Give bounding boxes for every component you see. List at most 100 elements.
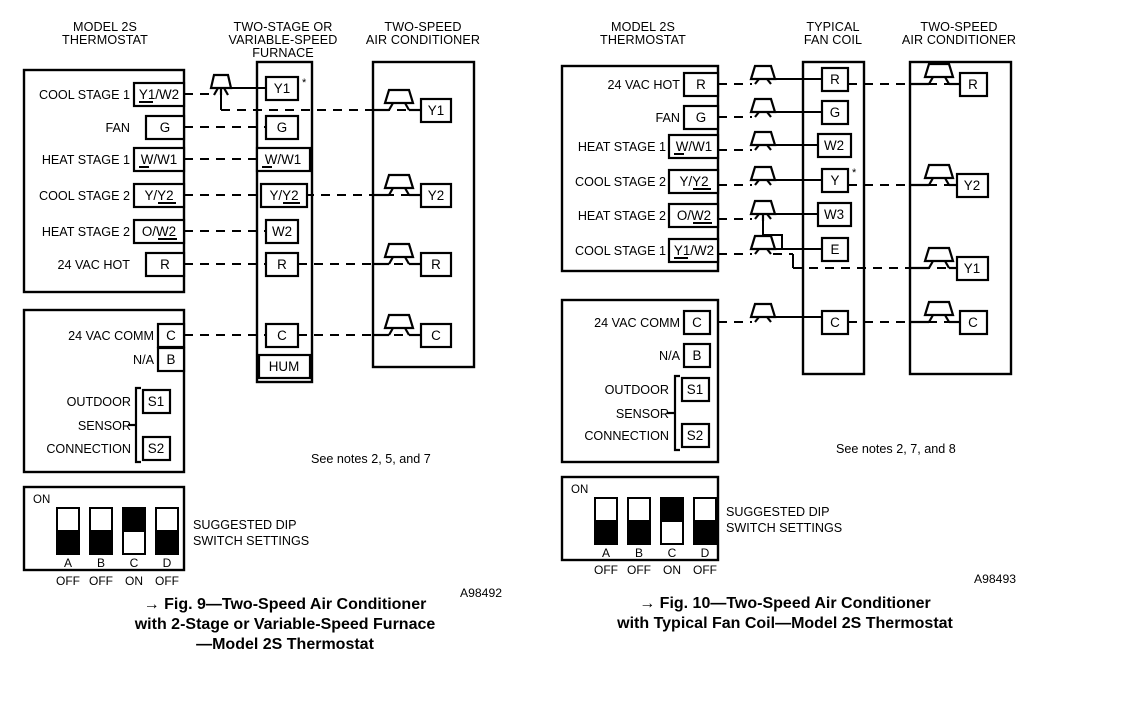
dip-title-line1: SUGGESTED DIP bbox=[193, 518, 297, 532]
row-label: HEAT STAGE 2 bbox=[578, 209, 666, 223]
terminal-label: R bbox=[277, 257, 287, 272]
terminal-label: B bbox=[167, 352, 176, 367]
terminal-label: C bbox=[692, 315, 702, 330]
dip-switch[interactable]: C ON bbox=[122, 507, 146, 588]
fig10-caption-line2: with Typical Fan Coil—Model 2S Thermosta… bbox=[616, 615, 953, 632]
dip-switch[interactable]: B OFF bbox=[89, 507, 113, 588]
dip-top-half bbox=[627, 497, 651, 522]
fig9-caption-line1: → Fig. 9—Two-Speed Air Conditioner bbox=[144, 596, 427, 613]
unit-terminal: G bbox=[264, 114, 300, 141]
row-label: N/A bbox=[133, 353, 155, 367]
terminal-label: C bbox=[968, 315, 978, 330]
dip-switch-name: B bbox=[97, 556, 105, 570]
terminal-label: R bbox=[968, 77, 978, 92]
unit-terminal: HUM bbox=[257, 353, 312, 380]
unit-terminal: W2 bbox=[816, 132, 853, 159]
dip-switch-name: A bbox=[602, 546, 610, 560]
dip-on-label: ON bbox=[571, 484, 588, 496]
unit-terminal: C bbox=[264, 322, 300, 349]
dip-switch[interactable]: D OFF bbox=[155, 507, 179, 588]
terminal-label: W3 bbox=[824, 207, 844, 222]
fig10-column-headers: MODEL 2S THERMOSTAT TYPICAL FAN COIL TWO… bbox=[600, 20, 1016, 47]
fig10-code: A98493 bbox=[974, 572, 1016, 586]
fig9-caption-line2: with 2-Stage or Variable-Speed Furnace bbox=[134, 616, 436, 633]
dip-switch[interactable]: A OFF bbox=[56, 507, 80, 588]
dip-top-half bbox=[89, 507, 113, 532]
header-fancoil-line2: FAN COIL bbox=[804, 33, 862, 47]
terminal-label: O/W2 bbox=[677, 208, 711, 223]
terminal-label: R bbox=[830, 72, 840, 87]
terminal-label: Y/Y2 bbox=[144, 188, 173, 203]
header-furnace-line1: TWO-STAGE OR bbox=[234, 20, 333, 34]
terminal-label: G bbox=[830, 105, 840, 120]
dip-switch-state: ON bbox=[663, 563, 681, 577]
dip-switch-name: A bbox=[64, 556, 72, 570]
terminal-label: Y2 bbox=[428, 188, 444, 203]
dip-switch[interactable]: A OFF bbox=[594, 497, 618, 577]
dip-top-half bbox=[660, 497, 684, 522]
terminal-label: W2 bbox=[824, 138, 844, 153]
unit-terminal: G bbox=[820, 99, 850, 126]
header-ac-line2: AIR CONDITIONER bbox=[366, 33, 480, 47]
wire-nut-icon bbox=[749, 199, 777, 221]
terminal-label: G bbox=[696, 110, 706, 125]
unit-terminal: Y/Y2 bbox=[259, 182, 309, 209]
asterisk-marker: * bbox=[852, 167, 857, 179]
dip-switch-state: OFF bbox=[56, 574, 80, 588]
header-thermostat-line2: THERMOSTAT bbox=[62, 33, 148, 47]
diagram-canvas: MODEL 2S THERMOSTAT TWO-STAGE OR VARIABL… bbox=[0, 0, 1146, 715]
terminal-label: Y2 bbox=[964, 178, 980, 193]
terminal-label: S2 bbox=[148, 441, 164, 456]
terminal-label: HUM bbox=[269, 359, 300, 374]
dip-title-line2: SWITCH SETTINGS bbox=[193, 534, 309, 548]
dip-bottom-half bbox=[594, 520, 618, 545]
header-thermostat-line1: MODEL 2S bbox=[73, 20, 137, 34]
row-label: OUTDOOR bbox=[605, 383, 669, 397]
dip-switch-name: C bbox=[668, 546, 677, 560]
row-label: COOL STAGE 1 bbox=[575, 244, 666, 258]
terminal-label: Y1 bbox=[274, 81, 290, 96]
row-label: OUTDOOR bbox=[67, 395, 131, 409]
row-label: COOL STAGE 2 bbox=[575, 175, 666, 189]
terminal-label: C bbox=[277, 328, 287, 343]
dip-bottom-half bbox=[89, 530, 113, 555]
dip-switch[interactable]: D OFF bbox=[693, 497, 717, 577]
fig10-caption-line1: → Fig. 10—Two-Speed Air Conditioner bbox=[639, 595, 931, 612]
terminal-label: Y/Y2 bbox=[269, 188, 298, 203]
row-label: 24 VAC COMM bbox=[594, 316, 680, 330]
terminal-label: G bbox=[160, 120, 170, 135]
fig10-notes: See notes 2, 7, and 8 bbox=[836, 442, 956, 456]
unit-terminal: R bbox=[264, 251, 300, 278]
dip-title-line1: SUGGESTED DIP bbox=[726, 505, 830, 519]
row-label: HEAT STAGE 1 bbox=[578, 140, 666, 154]
row-label: HEAT STAGE 1 bbox=[42, 153, 130, 167]
dip-top-half bbox=[693, 497, 717, 522]
terminal-label: W2 bbox=[272, 224, 292, 239]
dip-on-label: ON bbox=[33, 494, 50, 506]
dip-bottom-half bbox=[693, 520, 717, 545]
terminal-label: S1 bbox=[148, 394, 164, 409]
terminal-label: E bbox=[831, 242, 840, 257]
unit-terminal: R bbox=[820, 66, 850, 93]
unit-terminal: W/W1 bbox=[255, 146, 312, 173]
terminal-label: W/W1 bbox=[141, 152, 177, 167]
row-label: FAN bbox=[656, 111, 681, 125]
dip-switch-state: OFF bbox=[155, 574, 179, 588]
dip-switch[interactable]: C ON bbox=[660, 497, 684, 577]
row-label: COOL STAGE 1 bbox=[39, 88, 130, 102]
terminal-label: B bbox=[693, 348, 702, 363]
row-label: CONNECTION bbox=[46, 442, 131, 456]
dip-bottom-half bbox=[660, 520, 684, 545]
dip-title-line2: SWITCH SETTINGS bbox=[726, 521, 842, 535]
header-ac-line2: AIR CONDITIONER bbox=[902, 33, 1016, 47]
terminal-label: R bbox=[160, 257, 170, 272]
terminal-label: Y1 bbox=[428, 103, 444, 118]
header-fancoil-line1: TYPICAL bbox=[806, 20, 859, 34]
unit-terminal: E bbox=[820, 236, 850, 263]
terminal-label: C bbox=[431, 328, 441, 343]
dip-top-half bbox=[122, 507, 146, 532]
dip-switch[interactable]: B OFF bbox=[627, 497, 651, 577]
row-label: FAN bbox=[106, 121, 131, 135]
dip-switch-state: ON bbox=[125, 574, 143, 588]
terminal-label: W/W1 bbox=[676, 139, 712, 154]
